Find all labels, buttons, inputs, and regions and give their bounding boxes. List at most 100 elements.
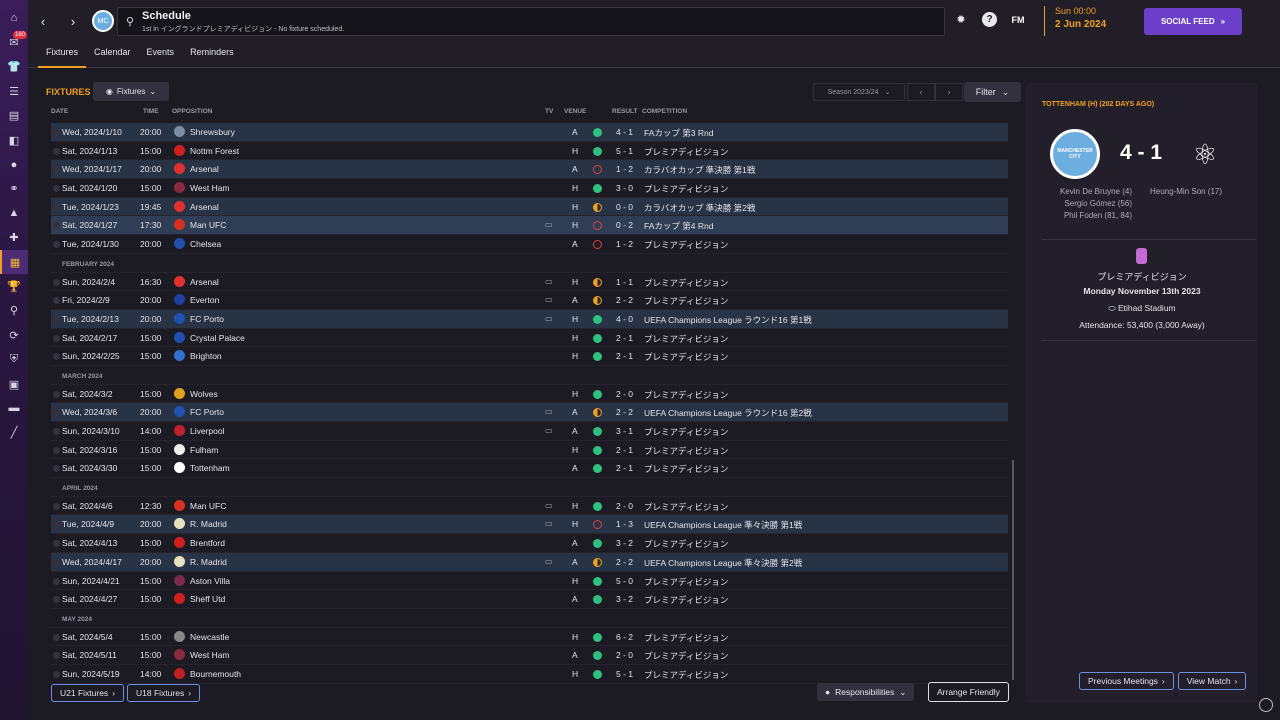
tactics-icon[interactable]: ▤ [0,104,28,128]
opposition-name[interactable]: Liverpool [190,426,225,436]
row-select-icon[interactable] [53,558,60,566]
row-select-icon[interactable] [53,540,60,548]
scorer[interactable]: Sergio Gómez (56) [1026,198,1132,210]
next-season-button[interactable]: › [935,83,963,101]
competition[interactable]: プレミアディビジョン [644,594,728,606]
competition[interactable]: UEFA Champions League 準々決勝 第2戦 [644,557,802,569]
table-row[interactable]: Sun, 2024/2/4 16:30 Arsenal ▭ H 1 - 1 プレミアディビジ… [51,273,1008,292]
opposition-name[interactable]: Tottenham [190,463,230,473]
score[interactable]: 2 - 1 [616,445,633,455]
score[interactable]: 0 - 0 [616,202,633,212]
header-opposition[interactable]: OPPOSITION [172,108,212,115]
score[interactable]: 2 - 2 [616,295,633,305]
competition[interactable]: FAカップ 第3 Rnd [644,127,713,139]
row-select-icon[interactable] [53,203,60,211]
club-vision-icon[interactable]: ⛨ [0,347,28,371]
score[interactable]: 4 - 0 [616,314,633,324]
competition[interactable]: プレミアディビジョン [644,650,728,662]
competition[interactable]: プレミアディビジョン [644,277,728,289]
table-row[interactable]: Wed, 2024/1/10 20:00 Shrewsbury A 4 - 1 FAカップ… [51,123,1008,142]
competition[interactable]: プレミアディビジョン [644,295,728,307]
competition[interactable]: カラバオカップ 準決勝 第2戦 [644,202,755,214]
home-icon[interactable]: ⌂ [0,6,28,30]
opposition-name[interactable]: Sheff Utd [190,594,225,604]
opposition-name[interactable]: FC Porto [190,314,224,324]
tab-events[interactable]: Events [139,42,183,68]
scrollbar[interactable] [1012,460,1014,680]
row-select-icon[interactable] [53,670,60,678]
opposition-name[interactable]: Brighton [190,351,222,361]
opposition-name[interactable]: Newcastle [190,632,229,642]
schedule-icon[interactable]: ▦ [0,249,28,275]
tab-calendar[interactable]: Calendar [86,42,139,68]
row-select-icon[interactable] [53,577,60,585]
score[interactable]: 1 - 1 [616,277,633,287]
score[interactable]: 4 - 1 [616,127,633,137]
table-row[interactable]: Wed, 2024/3/6 20:00 FC Porto ▭ A 2 - 2 UEFA Ch… [51,403,1008,422]
row-select-icon[interactable] [53,465,60,473]
opposition-name[interactable]: Shrewsbury [190,127,235,137]
arrange-friendly-button[interactable]: Arrange Friendly [928,682,1009,702]
header-venue[interactable]: VENUE [564,108,586,115]
opposition-name[interactable]: West Ham [190,183,230,193]
staff-icon[interactable]: ⚭ [0,177,28,201]
search-box[interactable]: ⚲ Schedule 1st in イングランドプレミアディビジョン - No … [117,7,945,36]
opposition-name[interactable]: Man UFC [190,220,226,230]
competition[interactable]: プレミアディビジョン [644,632,728,644]
row-select-icon[interactable] [53,596,60,604]
score[interactable]: 2 - 1 [616,351,633,361]
score[interactable]: 2 - 0 [616,650,633,660]
opposition-name[interactable]: Crystal Palace [190,333,245,343]
opposition-name[interactable]: Arsenal [190,202,219,212]
scouting-icon[interactable]: ⚲ [0,299,28,323]
opposition-name[interactable]: FC Porto [190,407,224,417]
opposition-name[interactable]: Arsenal [190,277,219,287]
score[interactable]: 2 - 2 [616,407,633,417]
row-select-icon[interactable] [53,297,60,305]
score[interactable]: 2 - 0 [616,501,633,511]
competition[interactable]: カラバオカップ 準決勝 第1戦 [644,164,755,176]
opposition-name[interactable]: Man UFC [190,501,226,511]
competition[interactable]: プレミアディビジョン [644,463,728,475]
responsibilities-button[interactable]: ● Responsibilities ⌄ [817,683,915,701]
table-row[interactable]: Wed, 2024/4/17 20:00 R. Madrid ▭ A 2 - 2 UEFA … [51,552,1008,572]
competition[interactable]: プレミアディビジョン [644,351,728,363]
tab-fixtures[interactable]: Fixtures [38,42,87,68]
score[interactable]: 1 - 2 [616,239,633,249]
competition[interactable]: UEFA Champions League ラウンド16 第1戦 [644,314,812,326]
previous-meetings-button[interactable]: Previous Meetings › [1079,672,1174,690]
match-title[interactable]: TOTTENHAM (H) (202 DAYS AGO) [1042,101,1154,108]
competition[interactable]: UEFA Champions League ラウンド16 第2戦 [644,407,812,419]
row-select-icon[interactable] [53,222,60,230]
row-select-icon[interactable] [53,129,60,136]
social-feed-button[interactable]: SOCIAL FEED » [1144,8,1242,35]
row-select-icon[interactable] [53,428,60,435]
score[interactable]: 3 - 1 [616,426,633,436]
table-row[interactable]: Tue, 2024/1/30 20:00 Chelsea A 1 - 2 プレミアディビジ… [51,235,1008,254]
view-match-button[interactable]: View Match › [1177,672,1247,690]
table-row[interactable]: Sat, 2024/1/27 17:30 Man UFC ▭ H 0 - 2 FAカップ 第… [51,216,1008,236]
circle-icon[interactable]: ● [0,152,28,176]
row-select-icon[interactable] [53,390,60,398]
filter-button[interactable]: Filter ⌄ [964,82,1021,102]
table-row[interactable]: Sat, 2024/4/13 15:00 Brentford A 3 - 2 プレミアディ… [51,534,1008,553]
row-select-icon[interactable] [53,185,60,193]
header-competition[interactable]: COMPETITION [642,108,687,115]
transfers-icon[interactable]: ⟳ [0,323,28,347]
scorer[interactable]: Kevin De Bruyne (4) [1026,186,1132,198]
competition[interactable]: プレミアディビジョン [644,426,728,438]
table-row[interactable]: Fri, 2024/2/9 20:00 Everton ▭ A 2 - 2 プレミアディビジ… [51,291,1008,310]
score[interactable]: 1 - 2 [616,164,633,174]
competition[interactable]: プレミアディビジョン [644,501,728,513]
score[interactable]: 5 - 1 [616,146,633,156]
opposition-name[interactable]: R. Madrid [190,557,227,567]
header-tv[interactable]: TV [545,108,553,115]
row-select-icon[interactable] [53,353,60,361]
opposition-name[interactable]: Everton [190,295,219,305]
help-circle-icon[interactable] [1259,698,1273,712]
competition[interactable]: プレミアディビジョン [644,146,728,158]
competition[interactable]: FAカップ 第4 Rnd [644,220,713,232]
table-row[interactable]: Sat, 2024/5/4 15:00 Newcastle H 6 - 2 プレミアディビ… [51,628,1008,647]
clipboard-icon[interactable]: ☰ [0,79,28,103]
table-row[interactable]: Tue, 2024/1/23 19:45 Arsenal H 0 - 0 カラバオカップ … [51,197,1008,217]
